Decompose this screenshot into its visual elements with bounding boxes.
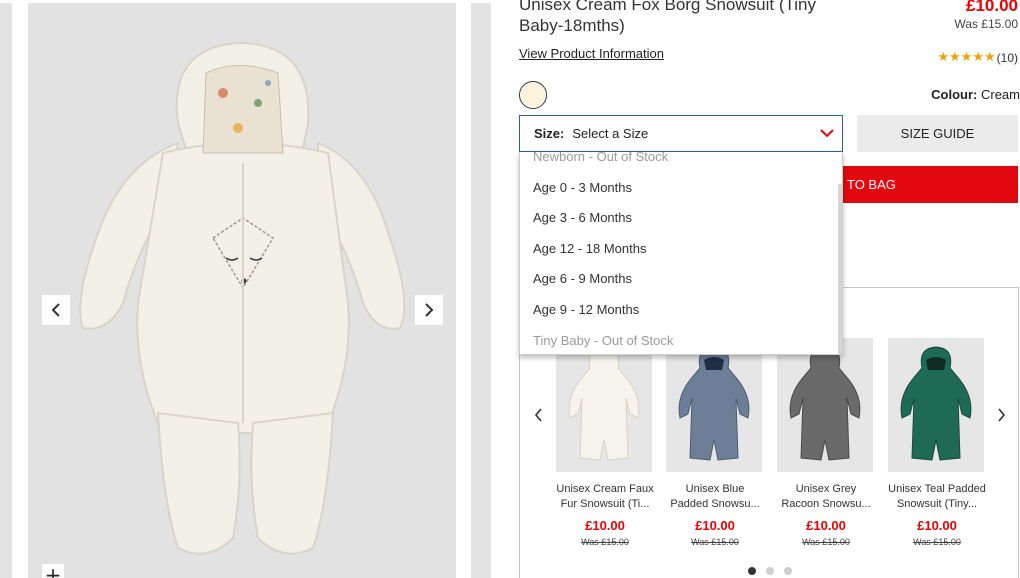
reco-card-was-price: Was £15.00 xyxy=(913,537,961,547)
reco-card-name: Unisex Grey Racoon Snowsu... xyxy=(781,483,871,510)
reco-next-button[interactable] xyxy=(994,406,1008,424)
gallery-next-image-edge xyxy=(471,3,491,578)
size-dropdown[interactable]: Newborn - Out of Stock Age 0 - 3 Months … xyxy=(519,152,843,355)
reco-card-image xyxy=(888,338,984,472)
view-product-information-link[interactable]: View Product Information xyxy=(519,46,664,61)
reco-card-image xyxy=(666,338,762,472)
zoom-button[interactable]: + xyxy=(42,563,64,578)
size-option-3-6[interactable]: Age 3 - 6 Months xyxy=(533,210,632,225)
size-option-0-3[interactable]: Age 0 - 3 Months xyxy=(533,180,632,195)
size-option-12-18[interactable]: Age 12 - 18 Months xyxy=(533,241,646,256)
dropdown-scrollbar[interactable] xyxy=(838,184,842,354)
snowsuit-illustration xyxy=(79,41,406,555)
gallery-prev-button[interactable] xyxy=(42,295,70,325)
carousel-dot[interactable] xyxy=(784,567,792,575)
size-select-label: Size: xyxy=(534,126,565,141)
chevron-left-icon xyxy=(534,408,542,422)
add-to-bag-button[interactable]: TO BAG xyxy=(841,166,1018,203)
reco-card[interactable]: Unisex Blue Padded Snowsu... £10.00 Was … xyxy=(666,338,764,547)
chevron-right-icon xyxy=(425,303,434,317)
chevron-left-icon xyxy=(51,303,60,317)
teal-snowsuit-thumb xyxy=(888,338,984,472)
reco-card-price: £10.00 xyxy=(695,518,735,533)
chevron-right-icon xyxy=(997,408,1005,422)
product-price: £10.00 xyxy=(966,0,1018,15)
product-title: Unisex Cream Fox Borg Snowsuit (Tiny Bab… xyxy=(519,0,816,35)
gallery-prev-image-edge xyxy=(0,3,12,578)
size-option-tiny-baby: Tiny Baby - Out of Stock xyxy=(533,333,674,348)
colour-indicator: Colour: Cream xyxy=(931,87,1020,102)
reco-card-was-price: Was £15.00 xyxy=(581,537,629,547)
reco-card-name: Unisex Teal Padded Snowsuit (Tiny... xyxy=(888,483,986,510)
chevron-down-icon xyxy=(820,129,834,138)
product-was-price: Was £15.00 xyxy=(954,17,1018,31)
product-main-image[interactable] xyxy=(28,3,456,578)
reco-card-price: £10.00 xyxy=(585,518,625,533)
reco-card-name: Unisex Cream Faux Fur Snowsuit (Ti... xyxy=(556,483,654,510)
grey-snowsuit-thumb xyxy=(777,338,873,472)
size-option-newborn: Newborn - Out of Stock xyxy=(533,152,669,164)
reco-card-image xyxy=(777,338,873,472)
size-option-6-9[interactable]: Age 6 - 9 Months xyxy=(533,271,632,286)
reco-card-image xyxy=(556,338,652,472)
reco-card-was-price: Was £15.00 xyxy=(802,537,850,547)
reco-card-price: £10.00 xyxy=(806,518,846,533)
reco-card-price: £10.00 xyxy=(917,518,957,533)
size-guide-button[interactable]: SIZE GUIDE xyxy=(857,115,1018,152)
reco-card[interactable]: Unisex Grey Racoon Snowsu... £10.00 Was … xyxy=(777,338,875,547)
size-option-9-12[interactable]: Age 9 - 12 Months xyxy=(533,302,639,317)
size-select[interactable]: Size: Select a Size xyxy=(519,115,843,152)
reco-prev-button[interactable] xyxy=(531,406,545,424)
reco-card-name: Unisex Blue Padded Snowsu... xyxy=(670,483,760,510)
reco-card[interactable]: Unisex Cream Faux Fur Snowsuit (Ti... £1… xyxy=(556,338,654,547)
cream-snowsuit-thumb xyxy=(556,338,652,472)
colour-swatch-cream[interactable] xyxy=(519,81,547,109)
colour-label: Colour: xyxy=(931,87,978,102)
carousel-pagination xyxy=(748,567,792,575)
blue-snowsuit-thumb xyxy=(666,338,762,472)
gallery-next-button[interactable] xyxy=(415,295,443,325)
review-count: (10) xyxy=(996,50,1018,65)
product-rating[interactable]: ★★★★★ (10) xyxy=(937,50,1018,65)
reco-card[interactable]: Unisex Teal Padded Snowsuit (Tiny... £10… xyxy=(888,338,986,547)
colour-value: Cream xyxy=(980,87,1020,102)
rating-stars: ★★★★★ xyxy=(937,50,996,65)
carousel-dot[interactable] xyxy=(766,567,774,575)
size-select-value: Select a Size xyxy=(572,126,649,141)
swatch-fill xyxy=(521,83,545,107)
reco-card-was-price: Was £15.00 xyxy=(691,537,739,547)
carousel-dot[interactable] xyxy=(748,567,756,575)
